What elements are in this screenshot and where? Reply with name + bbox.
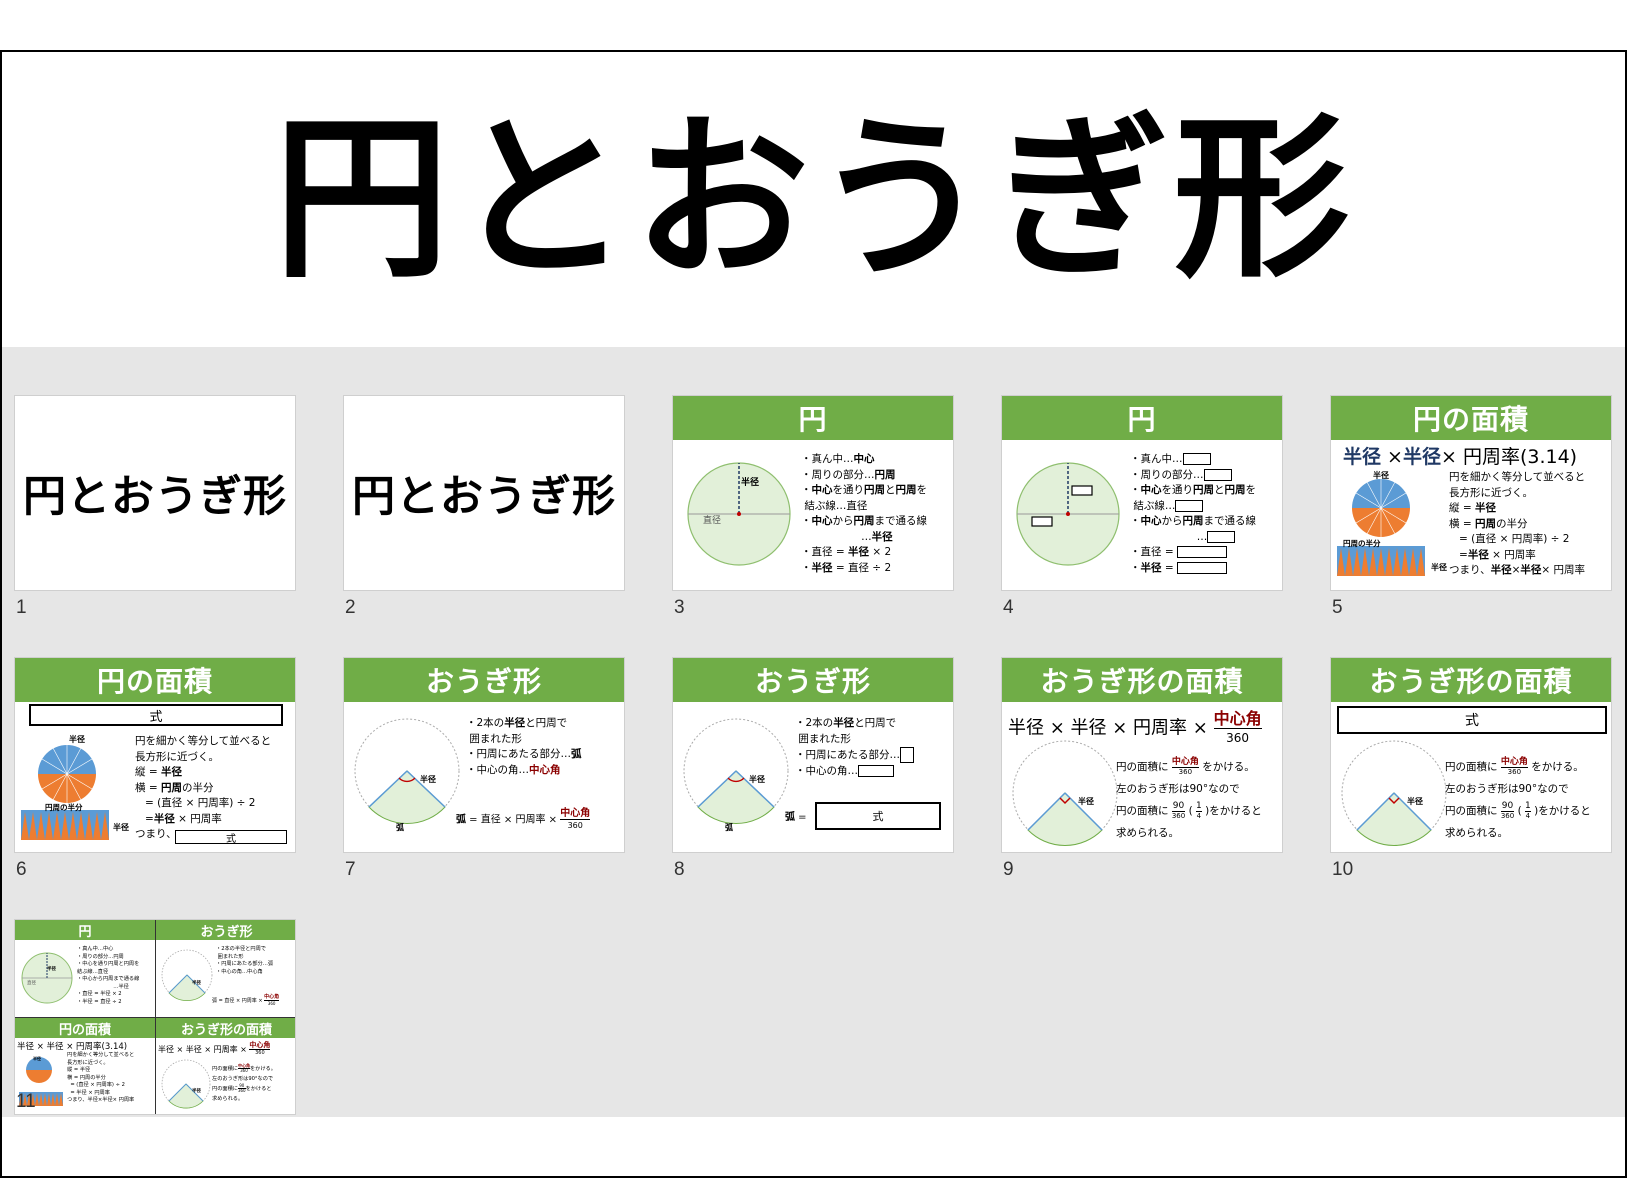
slide-text: ・真ん中… ・周りの部分… ・中心を通り円周と円周を 結ぶ線… ・中心から円周ま…	[1130, 453, 1256, 574]
slide-number: 9	[1003, 859, 1014, 880]
slide-header: おうぎ形	[344, 658, 624, 702]
diameter-label: 直径	[27, 981, 36, 986]
slide-number: 2	[345, 597, 356, 618]
quadrant-text: 円を細かく等分して並べると 長方形に近づく。縦 = 半径横 = 円周の半分 = (…	[67, 1052, 135, 1103]
sector-diagram	[1012, 740, 1118, 846]
radius-label-2: 半径	[113, 823, 129, 832]
arc-label: 弧	[396, 823, 404, 832]
circle-diagram	[1016, 462, 1120, 566]
sector-diagram	[683, 718, 789, 824]
radius-label: 半径	[420, 775, 436, 784]
slide-text: 円の面積に 中心角 360 をかける。 左のおうぎ形は90°なので 円の面積に 9…	[1116, 756, 1262, 839]
page-title: 円とおうぎ形	[273, 96, 1354, 302]
radius-label: 半径	[47, 967, 56, 972]
slide-title: 円とおうぎ形	[23, 472, 287, 522]
half-circumference-label: 円周の半分	[45, 803, 83, 812]
slide-thumbnail-2[interactable]: 円とおうぎ形	[343, 395, 625, 591]
quadrant-sector-area: おうぎ形の面積 半径 × 半径 × 円周率 × 中心角 360 半径 円の面積に中…	[156, 1018, 295, 1114]
quadrant-header: 円	[15, 920, 155, 940]
slide-text: 円の面積に 中心角 360 をかける。 左のおうぎ形は90°なので 円の面積に 9…	[1445, 756, 1591, 839]
quadrant-formula: 弧 = 直径 × 円周率 × 中心角 360	[212, 994, 280, 1006]
slide-title: 円とおうぎ形	[352, 472, 616, 522]
quadrant-text: ・真ん中…中心 ・周りの部分…円周 ・中心を通り円周と円周を 結ぶ線…直径 ・中心から円…	[77, 946, 140, 1005]
slide-sorter-grid[interactable]: 円とおうぎ形 1 円とおうぎ形 2 円 半径 直径 ・真ん中…中心 ・周りの部分…	[2, 347, 1625, 1117]
radius-label: 半径	[192, 981, 201, 986]
radius-label-2: 半径	[1431, 563, 1447, 572]
arc-formula: 弧 = 直径 × 円周率 × 中心角 360	[456, 808, 591, 830]
slide-header: 円の面積	[15, 658, 295, 702]
half-circumference-label: 円周の半分	[1343, 539, 1381, 548]
radius-label: 半径	[749, 775, 765, 784]
slide-thumbnail-4[interactable]: 円 ・真ん中… ・周りの部分… ・中心を通り円周と円周を 結ぶ線… ・中心から円…	[1001, 395, 1283, 591]
slide-thumbnail-3[interactable]: 円 半径 直径 ・真ん中…中心 ・周りの部分…円周 ・中心を通り円周と円周を 結…	[672, 395, 954, 591]
slide-number: 1	[16, 597, 27, 618]
slide-thumbnail-8[interactable]: おうぎ形 半径 弧 ・2本の半径と円周で 囲まれた形 ・円周にあたる部分… ・中…	[672, 657, 954, 853]
slide-text: ・真ん中…中心 ・周りの部分…円周 ・中心を通り円周と円周を 結ぶ線…直径 ・中…	[801, 453, 927, 574]
slide-header: 円	[1002, 396, 1282, 440]
radius-label: 半径	[69, 735, 85, 744]
window-frame: 円とおうぎ形 円とおうぎ形 1 円とおうぎ形 2 円 半径 直径 ・真ん中…中心…	[0, 50, 1627, 1178]
sector-icon-diagram	[161, 949, 213, 1002]
quadrant-text: ・2本の半径と円周で 囲まれた形 ・円周にあたる部分…弧 ・中心の角…中心角	[216, 946, 274, 975]
radius-label: 半径	[192, 1089, 201, 1094]
sector-diagram	[1341, 740, 1447, 846]
slide-thumbnail-1[interactable]: 円とおうぎ形	[14, 395, 296, 591]
radius-label: 半径	[1407, 797, 1423, 806]
sector-icon-diagram	[161, 1059, 211, 1109]
divided-circle	[1352, 479, 1410, 537]
quadrant-sector: おうぎ形 半径 ・2本の半径と円周で 囲まれた形 ・円周にあたる部分…弧 ・中心の角…	[156, 920, 295, 1018]
quadrant-text: 円の面積に中心角 360 をかける。 左のおうぎ形は90°なので 円の面積に90 36…	[212, 1063, 276, 1102]
area-formula: 半径 ×半径× 円周率(3.14)	[1343, 446, 1578, 468]
quadrant-header: 円の面積	[15, 1018, 155, 1038]
formula-box[interactable]: 式	[29, 704, 283, 726]
slide-number: 7	[345, 859, 356, 880]
quadrant-circle-area: 円の面積 半径 × 半径 × 円周率(3.14) 半径 円を細かく等分して並べる…	[15, 1018, 156, 1114]
slide-number: 10	[1332, 859, 1354, 880]
formula-box[interactable]: 式	[815, 802, 941, 830]
arc-formula: 弧 =	[785, 812, 807, 823]
quadrant-header: おうぎ形の面積	[156, 1018, 295, 1038]
slide-text: 円を細かく等分して並べると 長方形に近づく。 縦 = 半径 横 = 円周の半分 …	[1449, 471, 1586, 576]
slide-text: ・2本の半径と円周で 囲まれた形 ・円周にあたる部分… ・中心の角…	[795, 716, 914, 779]
quadrant-header: おうぎ形	[156, 920, 295, 940]
slide-header: おうぎ形	[673, 658, 953, 702]
quadrant-circle: 円 半径 直径 ・真ん中…中心 ・周りの部分…円周 ・中心を通り円周と円周を 結ぶ線……	[15, 920, 156, 1018]
slide-header: 円の面積	[1331, 396, 1611, 440]
slide-thumbnail-9[interactable]: おうぎ形の面積 半径 × 半径 × 円周率 × 中心角 360 半径 円の面積に …	[1001, 657, 1283, 853]
slide-thumbnail-10[interactable]: おうぎ形の面積 式 半径 円の面積に 中心角 360 をかける。 左のおうぎ形は9…	[1330, 657, 1612, 853]
slide-number: 3	[674, 597, 685, 618]
radius-label: 半径	[1078, 797, 1094, 806]
slide-thumbnail-7[interactable]: おうぎ形 半径 弧 ・2本の半径と円周で 囲まれた形 ・円周にあたる部分…弧 ・…	[343, 657, 625, 853]
slide-thumbnail-5[interactable]: 円の面積 半径 ×半径× 円周率(3.14) 半径 円周の半分 半径 円を細かく…	[1330, 395, 1612, 591]
slide-text: ・2本の半径と円周で 囲まれた形 ・円周にあたる部分…弧 ・中心の角…中心角	[466, 717, 582, 776]
slide-thumbnail-11[interactable]: 円 半径 直径 ・真ん中…中心 ・周りの部分…円周 ・中心を通り円周と円周を 結ぶ線……	[14, 919, 296, 1115]
sector-diagram	[354, 718, 460, 824]
arc-label: 弧	[725, 823, 733, 832]
radius-label: 半径	[33, 1056, 41, 1061]
slide-number: 4	[1003, 597, 1014, 618]
slide-header: おうぎ形の面積	[1002, 658, 1282, 702]
formula-box-2[interactable]: 式	[175, 830, 287, 845]
divided-circle	[38, 745, 96, 803]
radius-label: 半径	[741, 478, 760, 488]
slide-header: おうぎ形の面積	[1331, 658, 1611, 702]
slide-number: 6	[16, 859, 27, 880]
formula-box[interactable]: 式	[1337, 706, 1607, 734]
slide-thumbnail-6[interactable]: 円の面積 式 半径 円周の半分 半径 円を細かく等分して並べると 長方形に近づく…	[14, 657, 296, 853]
quadrant-formula: 半径 × 半径 × 円周率 × 中心角 360	[158, 1041, 271, 1056]
slide-number: 8	[674, 859, 685, 880]
slide-text: 円を細かく等分して並べると 長方形に近づく。 縦 = 半径 横 = 円周の半分 …	[135, 735, 272, 840]
slide-number: 11	[16, 1091, 36, 1112]
diameter-label: 直径	[703, 516, 722, 526]
slide-header: 円	[673, 396, 953, 440]
radius-label: 半径	[1373, 471, 1389, 480]
slide-number: 5	[1332, 597, 1343, 618]
